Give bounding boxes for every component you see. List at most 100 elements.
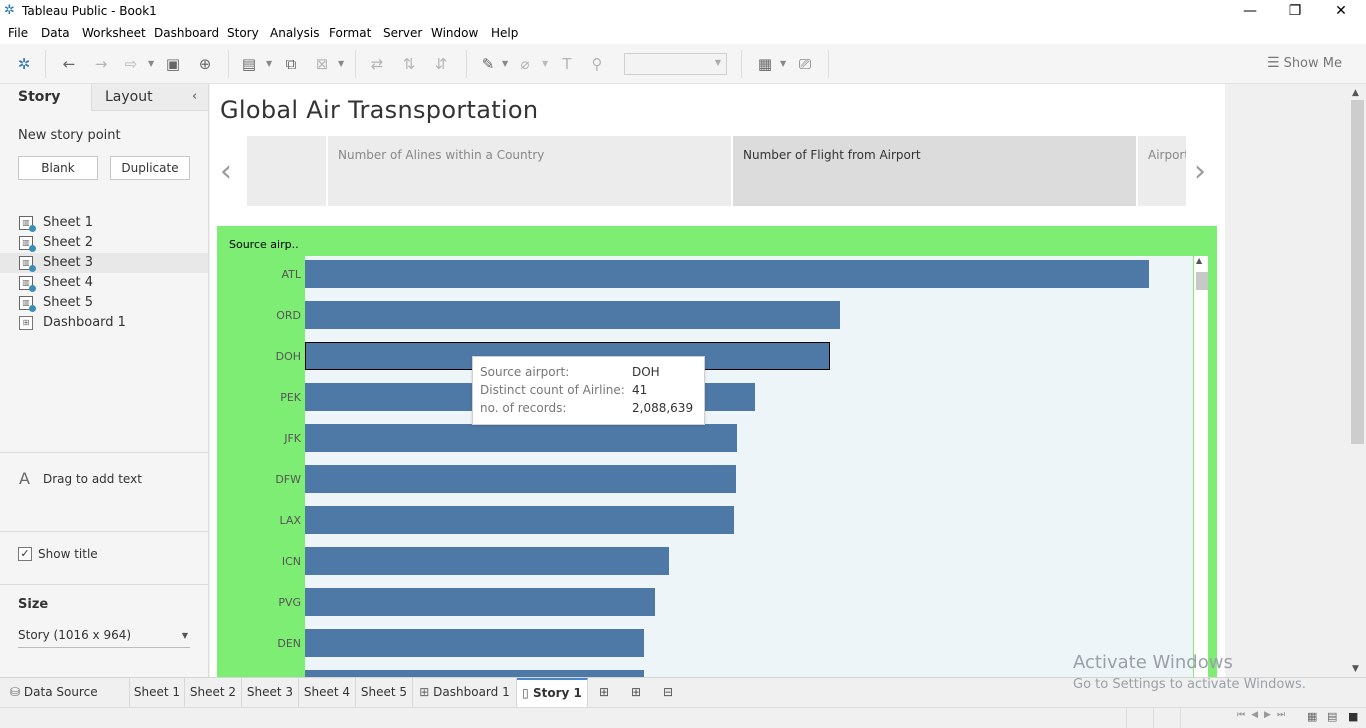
undo-icon[interactable]: ← <box>58 54 80 74</box>
tab-sheet-5[interactable]: Sheet 5 <box>356 678 413 708</box>
filmstrip-view-icon[interactable]: ▤ <box>1327 710 1337 723</box>
bar-atl[interactable] <box>305 260 1149 288</box>
row-label-dfw[interactable]: DFW <box>217 473 301 486</box>
replay-icon[interactable]: ⇨ <box>120 54 142 74</box>
row-label-lax[interactable]: LAX <box>217 514 301 527</box>
story-title[interactable]: Global Air Trasnsportation <box>220 96 538 124</box>
collapse-sidebar-icon[interactable]: ‹ <box>192 89 197 104</box>
story-point-1[interactable] <box>247 136 326 206</box>
new-story-tab-icon[interactable]: ⊟ <box>652 678 684 708</box>
sheet-item-4[interactable]: ▥ Sheet 4 <box>0 273 208 293</box>
highlight-dropdown-icon[interactable]: ▼ <box>502 54 508 74</box>
new-worksheet-icon[interactable]: ▤ <box>238 54 260 74</box>
story-point-4[interactable]: Airport <box>1138 136 1186 206</box>
group-members-icon[interactable]: ⌀ <box>514 54 536 74</box>
bar-pvg[interactable] <box>305 588 655 616</box>
menu-story[interactable]: Story <box>227 26 259 40</box>
main-scrollbar-thumb[interactable] <box>1351 100 1364 444</box>
clear-sheet-icon[interactable]: ⊠ <box>311 54 333 74</box>
show-me-button[interactable]: ☰ Show Me <box>1267 55 1342 71</box>
duplicate-sheet-icon[interactable]: ⧉ <box>280 54 302 74</box>
row-label-atl[interactable]: ATL <box>217 268 301 281</box>
row-label-pvg[interactable]: PVG <box>217 596 301 609</box>
fix-axes-icon[interactable]: ⚲ <box>586 54 608 74</box>
blank-button[interactable]: Blank <box>18 156 98 180</box>
story-point-3[interactable]: Number of Flight from Airport <box>733 136 1136 206</box>
tab-story-1[interactable]: ▯ Story 1 <box>517 678 588 708</box>
clear-dropdown-icon[interactable]: ▼ <box>338 54 344 74</box>
bar-jfk[interactable] <box>305 424 737 452</box>
show-cards-icon[interactable]: ▦ <box>754 54 776 74</box>
row-label-ord[interactable]: ORD <box>217 309 301 322</box>
tableau-home-icon[interactable]: ✲ <box>13 54 35 74</box>
presentation-mode-icon[interactable]: ⎚ <box>794 54 816 74</box>
menu-worksheet[interactable]: Worksheet <box>82 26 146 40</box>
new-dashboard-tab-icon[interactable]: ⊞ <box>620 678 652 708</box>
highlight-icon[interactable]: ✎ <box>477 54 499 74</box>
replay-dropdown-icon[interactable]: ▼ <box>148 54 154 74</box>
row-label-jfk[interactable]: JFK <box>217 432 301 445</box>
bar-partial[interactable] <box>305 670 644 677</box>
tab-sheet-4[interactable]: Sheet 4 <box>299 678 356 708</box>
new-worksheet-dropdown-icon[interactable]: ▼ <box>266 54 272 74</box>
dashboard-item-1[interactable]: ⊞ Dashboard 1 <box>0 313 208 333</box>
tab-story[interactable]: Story <box>0 84 92 111</box>
chart-scrollbar-thumb[interactable] <box>1196 272 1208 290</box>
swap-rows-columns-icon[interactable]: ⇄ <box>366 54 388 74</box>
minimize-button[interactable]: — <box>1227 0 1273 23</box>
tab-dashboard-1[interactable]: ⊞ Dashboard 1 <box>413 678 517 708</box>
bar-den[interactable] <box>305 629 644 657</box>
save-icon[interactable]: ▣ <box>162 54 184 74</box>
story-point-2[interactable]: Number of Alines within a Country <box>328 136 731 206</box>
sheet-navigation-icons[interactable]: ⏮◀▶⏭ <box>1237 710 1291 720</box>
sort-ascending-icon[interactable]: ⇅ <box>398 54 420 74</box>
grid-view-icon[interactable]: ▦ <box>1307 710 1317 723</box>
menu-data[interactable]: Data <box>41 26 70 40</box>
group-dropdown-icon[interactable]: ▼ <box>542 54 548 74</box>
menu-dashboard[interactable]: Dashboard <box>154 26 219 40</box>
menu-server[interactable]: Server <box>383 26 422 40</box>
chart-scrollbar[interactable]: ▲ <box>1194 256 1208 677</box>
sheet-item-3[interactable]: ▥ Sheet 3 <box>0 253 208 273</box>
sort-descending-icon[interactable]: ⇵ <box>430 54 452 74</box>
row-label-pek[interactable]: PEK <box>217 391 301 404</box>
bar-ord[interactable] <box>305 301 840 329</box>
drag-to-add-text[interactable]: Drag to add text <box>43 472 142 486</box>
previous-story-point-icon[interactable]: ‹ <box>220 154 232 189</box>
fit-dropdown[interactable]: ▼ <box>624 53 727 75</box>
menu-format[interactable]: Format <box>329 26 371 40</box>
show-mark-labels-icon[interactable]: T <box>556 54 578 74</box>
source-airport-header[interactable]: Source airp.. <box>229 238 299 251</box>
sheet-item-5[interactable]: ▥ Sheet 5 <box>0 293 208 313</box>
menu-help[interactable]: Help <box>491 26 518 40</box>
close-button[interactable]: ✕ <box>1318 0 1364 23</box>
row-label-den[interactable]: DEN <box>217 637 301 650</box>
main-scrollbar[interactable]: ▲ ▼ <box>1349 84 1366 677</box>
new-worksheet-tab-icon[interactable]: ⊞ <box>588 678 620 708</box>
menu-file[interactable]: File <box>8 26 28 40</box>
bar-chart-plot[interactable] <box>305 256 1193 677</box>
sheet-item-2[interactable]: ▥ Sheet 2 <box>0 233 208 253</box>
sheet-item-1[interactable]: ▥ Sheet 1 <box>0 213 208 233</box>
bar-icn[interactable] <box>305 547 669 575</box>
maximize-button[interactable]: ❐ <box>1272 0 1318 23</box>
size-dropdown[interactable]: Story (1016 x 964) ▼ <box>18 628 190 648</box>
next-story-point-icon[interactable]: › <box>1194 154 1206 189</box>
bar-lax[interactable] <box>305 506 734 534</box>
tab-data-source[interactable]: ⛁ Data Source <box>0 678 130 708</box>
row-label-doh[interactable]: DOH <box>217 350 301 363</box>
scroll-up-icon[interactable]: ▲ <box>1352 88 1359 98</box>
tab-sheet-2[interactable]: Sheet 2 <box>185 678 242 708</box>
tabs-view-icon[interactable]: ■ <box>1348 710 1358 723</box>
show-title-checkbox[interactable]: ✓ <box>18 547 32 561</box>
menu-window[interactable]: Window <box>431 26 478 40</box>
tab-sheet-3[interactable]: Sheet 3 <box>242 678 299 708</box>
scroll-down-icon[interactable]: ▼ <box>1352 664 1359 674</box>
scroll-up-icon[interactable]: ▲ <box>1196 256 1202 265</box>
duplicate-button[interactable]: Duplicate <box>110 156 190 180</box>
menu-analysis[interactable]: Analysis <box>270 26 319 40</box>
show-cards-dropdown-icon[interactable]: ▼ <box>780 54 786 74</box>
row-label-icn[interactable]: ICN <box>217 555 301 568</box>
bar-dfw[interactable] <box>305 465 736 493</box>
tab-layout[interactable]: Layout <box>92 84 208 111</box>
